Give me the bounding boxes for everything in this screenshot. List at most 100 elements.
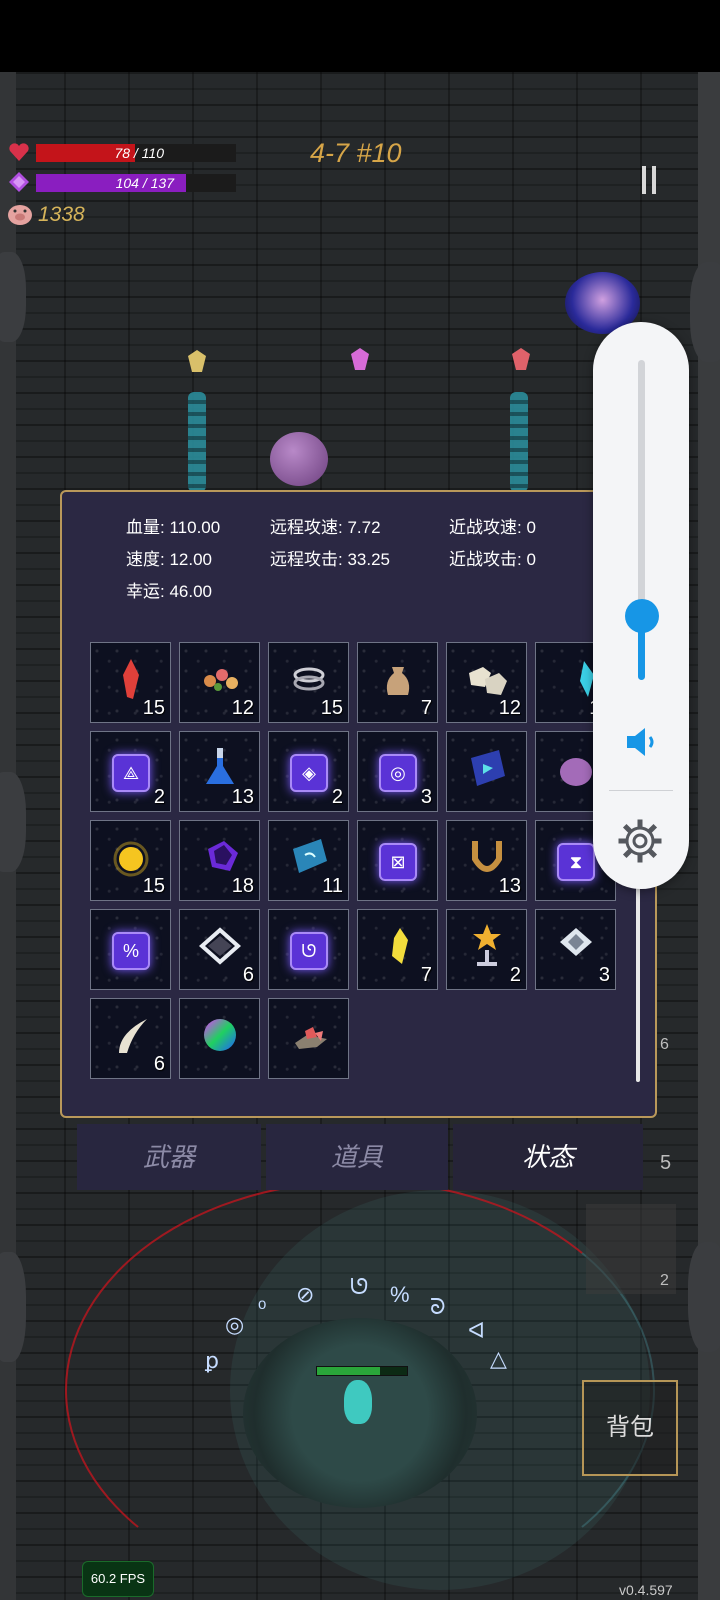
item-count: 15 [142, 697, 165, 719]
item-slot[interactable]: 18 [179, 820, 260, 901]
silver-rings-icon [293, 667, 325, 691]
rune-x-icon: ⊠ [379, 843, 417, 881]
coin-count: 1338 [38, 203, 85, 226]
torch-pillar [510, 392, 528, 492]
rune-eye-icon: ◈ [290, 754, 328, 792]
spellbook-icon [471, 750, 505, 786]
item-slot[interactable]: 6 [179, 909, 260, 990]
item-slot[interactable]: 12 [446, 642, 527, 723]
stat-ranged-attack: 远程攻击: 33.25 [270, 550, 391, 569]
item-slot[interactable]: 11 [268, 820, 349, 901]
item-count: 12 [498, 697, 521, 719]
orbit-rune: % [390, 1282, 410, 1307]
torch-pillar [188, 392, 206, 492]
orbit-rune: ⊘ [296, 1282, 315, 1307]
fps-counter: 60.2 FPS [82, 1561, 154, 1597]
item-count: 13 [498, 875, 521, 897]
mana-gem-icon [9, 172, 29, 192]
cyan-crystal-icon [580, 661, 594, 697]
side-count: 2 [660, 1272, 669, 1289]
status-bar [0, 0, 720, 72]
item-count: 15 [142, 875, 165, 897]
item-slot[interactable]: 7 [357, 642, 438, 723]
speaker-icon[interactable] [623, 724, 659, 760]
item-count: 11 [322, 875, 343, 897]
item-slot[interactable] [268, 998, 349, 1079]
red-shards-icon [295, 1027, 327, 1049]
item-slot[interactable]: ◈ 2 [268, 731, 349, 812]
stat-hp: 血量: 110.00 [126, 518, 221, 537]
panel-tabs: 武器 道具 状态 [77, 1124, 643, 1190]
item-slot[interactable]: 15 [268, 642, 349, 723]
piggy-bank-icon [8, 205, 32, 225]
orbit-rune: ꝑ [205, 1348, 219, 1373]
yellow-crystal-icon [392, 928, 408, 964]
item-slot[interactable]: 2 [446, 909, 527, 990]
item-slot[interactable]: ⟁ 2 [90, 731, 171, 812]
red-crystal-icon [512, 348, 530, 370]
stat-speed: 速度: 12.00 [126, 550, 213, 569]
yellow-crystal-icon [188, 350, 206, 372]
blue-tome-icon [293, 839, 327, 873]
item-count: 13 [231, 786, 254, 808]
inventory-panel: 血量: 110.00 远程攻速: 7.72 近战攻速: 0 速度: 12.00 … [60, 490, 657, 1118]
item-slot[interactable]: ◎ 3 [357, 731, 438, 812]
heart-icon [9, 143, 29, 161]
purple-gem-icon [208, 841, 238, 871]
item-count: 7 [420, 964, 432, 986]
slime-enemy[interactable] [270, 432, 328, 486]
backpack-button[interactable]: 背包 [582, 1380, 678, 1476]
item-slot[interactable]: ⊠ [357, 820, 438, 901]
item-slot[interactable]: 15 [90, 642, 171, 723]
level-indicator: 4-7 #10 [310, 138, 402, 168]
gold-orb-icon [113, 841, 149, 877]
item-slot[interactable]: 12 [179, 642, 260, 723]
item-count: 3 [420, 786, 432, 808]
item-slot[interactable]: 3 [535, 909, 616, 990]
rock [690, 262, 720, 362]
item-count: 15 [320, 697, 343, 719]
item-slot[interactable] [179, 998, 260, 1079]
item-slot[interactable]: 7 [357, 909, 438, 990]
pink-crystal-icon [351, 348, 369, 370]
tab-status[interactable]: 状态 [453, 1124, 643, 1190]
item-slot[interactable] [446, 731, 527, 812]
sack-icon [386, 667, 410, 695]
volume-slider-handle[interactable] [625, 599, 659, 633]
orbit-rune: ᐊ [468, 1318, 485, 1343]
stat-ranged-speed: 远程攻速: 7.72 [270, 518, 381, 537]
flower-cluster-icon [204, 669, 238, 691]
player-health-bar [316, 1366, 408, 1376]
item-count: 3 [598, 964, 610, 986]
orbit-rune: ◎ [225, 1312, 245, 1337]
item-count: 2 [331, 786, 343, 808]
item-slot[interactable]: 6 [90, 998, 171, 1079]
item-count: 6 [242, 964, 254, 986]
mp-bar: 104 / 137 [36, 174, 236, 192]
stat-melee-speed: 近战攻速: 0 [449, 518, 536, 537]
item-slot[interactable]: 13 [179, 731, 260, 812]
volume-panel [593, 322, 689, 889]
crystal-cluster-icon [560, 928, 592, 956]
tab-items[interactable]: 道具 [266, 1124, 448, 1190]
blue-potion-icon [206, 748, 234, 784]
side-count: 5 [660, 1152, 672, 1174]
item-slot[interactable]: ᘎ [268, 909, 349, 990]
item-count: 2 [153, 786, 165, 808]
item-slot[interactable]: % [90, 909, 171, 990]
item-count: 12 [231, 697, 254, 719]
rune-percent-icon: % [112, 932, 150, 970]
pause-button[interactable] [640, 166, 662, 196]
side-count: 6 [660, 1036, 669, 1053]
item-slot[interactable]: 13 [446, 820, 527, 901]
item-slot[interactable]: 15 [90, 820, 171, 901]
mp-text: 104 / 137 [115, 175, 174, 191]
rock [688, 1242, 720, 1352]
rune-spiral-icon: ◎ [379, 754, 417, 792]
orbit-rune: ᘐ [430, 1294, 446, 1319]
rune-hook-icon: ᘎ [290, 932, 328, 970]
settings-gear-icon[interactable] [617, 818, 663, 864]
tab-weapons[interactable]: 武器 [77, 1124, 261, 1190]
rune-triangle-icon: ⟁ [112, 754, 150, 792]
volume-divider [609, 790, 673, 791]
